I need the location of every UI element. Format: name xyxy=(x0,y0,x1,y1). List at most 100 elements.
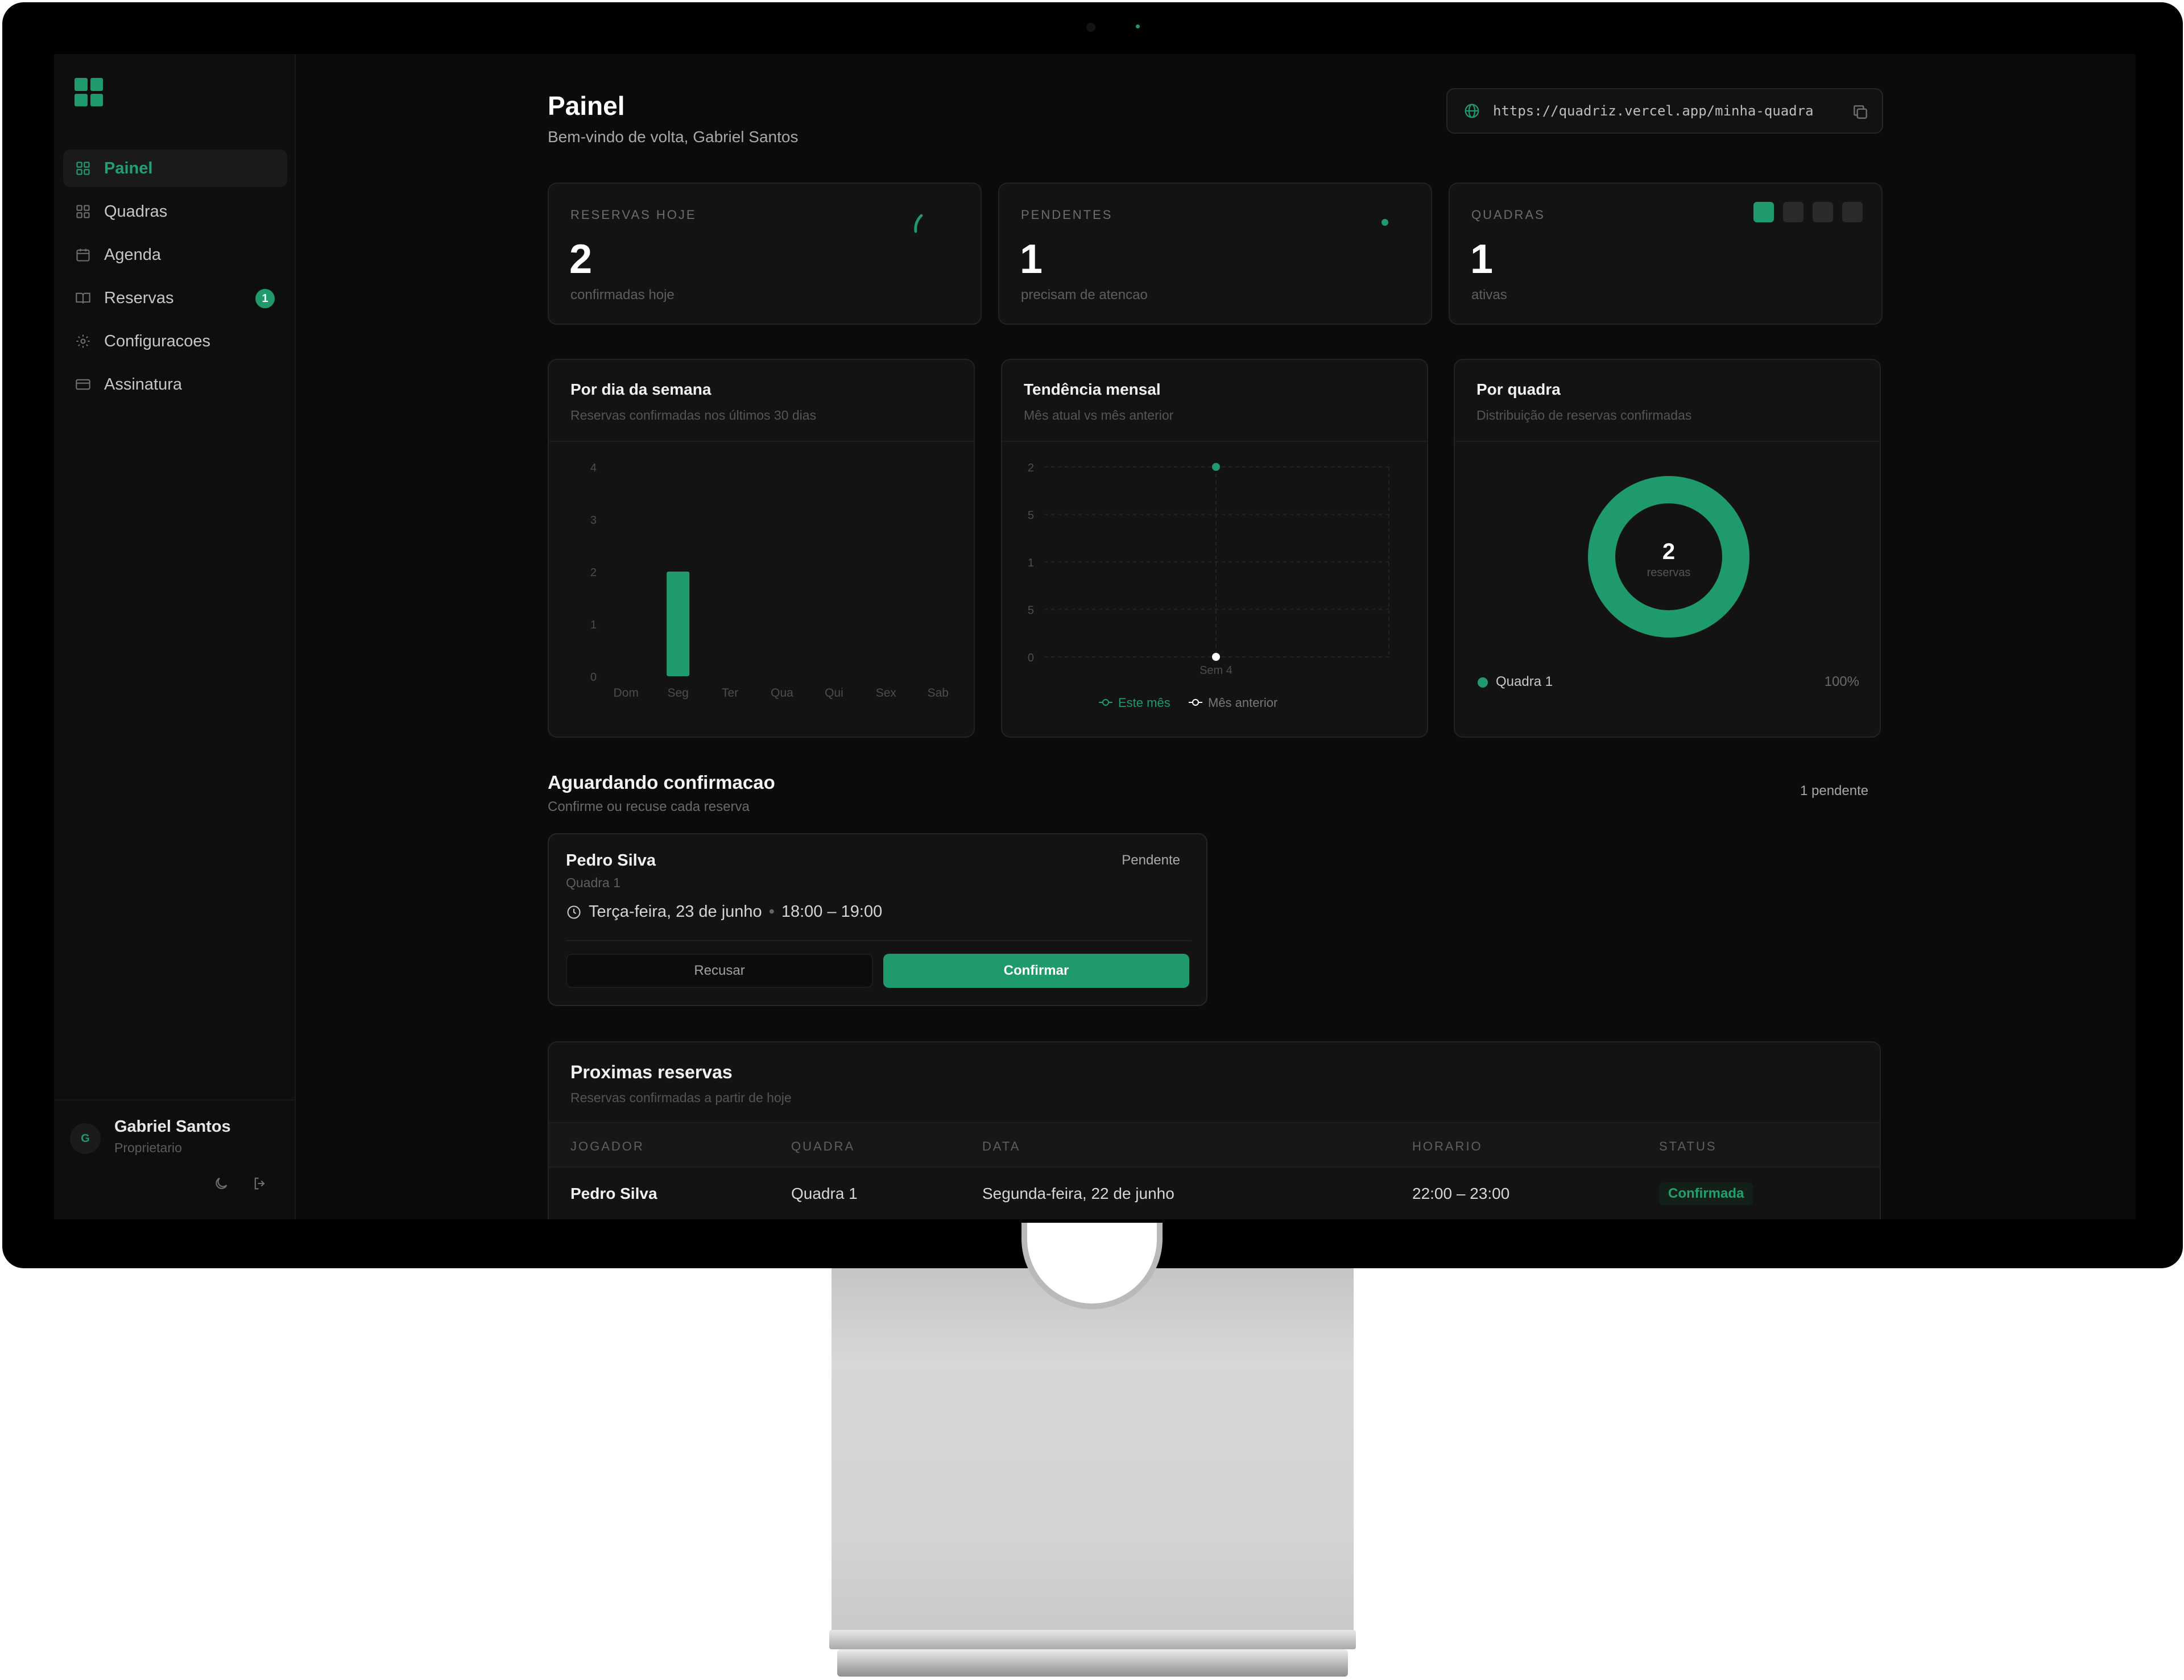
copy-icon[interactable] xyxy=(1851,103,1869,121)
sidebar-item-quadras[interactable]: Quadras xyxy=(63,193,287,230)
monitor-bezel: Painel Quadras Agenda Reservas 1 Configu… xyxy=(2,2,2183,1268)
y-tick-label: 5 xyxy=(1028,510,1034,522)
stat-note: precisam de atencao xyxy=(1021,287,1148,303)
logout-icon xyxy=(254,1177,265,1190)
x-tick-label: Dom xyxy=(614,686,639,700)
sidebar-item-label: Agenda xyxy=(104,245,161,264)
globe-icon xyxy=(1465,104,1479,118)
avatar[interactable]: G xyxy=(70,1123,101,1154)
stat-card-quadras: QUADRAS 1 ativas xyxy=(1449,183,1883,325)
x-tick-label: Seg xyxy=(667,686,688,700)
court-indicator xyxy=(1783,202,1804,222)
stat-note: ativas xyxy=(1471,287,1507,303)
page-subtitle: Bem-vindo de volta, Gabriel Santos xyxy=(548,128,799,146)
spinner-icon xyxy=(914,214,923,233)
clock-icon xyxy=(567,905,581,919)
bar xyxy=(667,572,690,676)
app-logo[interactable] xyxy=(75,78,103,106)
calendar-icon xyxy=(75,246,92,263)
booking-player-name: Pedro Silva xyxy=(566,851,656,870)
x-tick-label: Qua xyxy=(771,686,793,700)
donut-center-value: 2 xyxy=(1662,539,1675,564)
stat-card-reservas-hoje: RESERVAS HOJE 2 confirmadas hoje xyxy=(548,183,982,325)
status-badge: Pendente xyxy=(1122,853,1180,868)
grid-icon xyxy=(75,160,92,177)
legend-label: Este mês xyxy=(1118,696,1170,710)
y-tick-label: 4 xyxy=(590,462,597,474)
court-indicator-active xyxy=(1753,202,1774,222)
cell-court: Quadra 1 xyxy=(791,1185,858,1202)
confirm-button[interactable]: Confirmar xyxy=(883,954,1189,988)
sidebar-item-configuracoes[interactable]: Configuracoes xyxy=(63,322,287,360)
upcoming-title: Proximas reservas xyxy=(570,1062,733,1082)
line-chart: 2 5 1 5 0 Sem 4 Este mês Mês anterior xyxy=(1028,462,1389,710)
y-tick-label: 5 xyxy=(1028,605,1034,617)
x-tick-label: Sem 4 xyxy=(1199,664,1232,677)
grid-icon xyxy=(75,203,92,220)
monitor-stand-neck xyxy=(832,1268,1354,1633)
stat-label: PENDENTES xyxy=(1021,208,1113,222)
gear-icon xyxy=(75,333,92,350)
public-url-box[interactable]: https://quadriz.vercel.app/minha-quadra xyxy=(1446,88,1883,134)
sidebar-item-label: Reservas xyxy=(104,288,174,307)
cell-player: Pedro Silva xyxy=(570,1185,657,1202)
legend-percent: 100% xyxy=(1824,674,1859,689)
chart-card-court: Por quadra Distribuição de reservas conf… xyxy=(1454,359,1881,738)
theme-toggle-button[interactable] xyxy=(210,1172,233,1195)
card-divider xyxy=(566,940,1192,941)
sidebar-item-label: Assinatura xyxy=(104,375,183,394)
upcoming-subtitle: Reservas confirmadas a partir de hoje xyxy=(570,1090,792,1105)
legend-swatch xyxy=(1478,677,1488,688)
y-tick-label: 2 xyxy=(1028,462,1034,474)
monitor-stand-base xyxy=(829,1630,1356,1649)
status-led xyxy=(1136,24,1140,28)
stat-value: 1 xyxy=(1470,237,1494,282)
column-header: HORARIO xyxy=(1412,1139,1483,1153)
court-indicator xyxy=(1842,202,1863,222)
pending-title: Aguardando confirmacao xyxy=(548,772,775,793)
sidebar-item-painel[interactable]: Painel xyxy=(63,150,287,187)
sidebar-item-agenda[interactable]: Agenda xyxy=(63,236,287,274)
table-header: JOGADOR QUADRA DATA HORARIO STATUS xyxy=(549,1122,1880,1168)
court-indicator xyxy=(1813,202,1833,222)
public-url-text: https://quadriz.vercel.app/minha-quadra xyxy=(1493,103,1814,119)
pulse-dot-icon xyxy=(1381,219,1388,226)
stat-label: QUADRAS xyxy=(1471,208,1545,222)
pending-count: 1 pendente xyxy=(1800,783,1869,798)
booking-datetime: Terça-feira, 23 de junho • 18:00 – 19:00 xyxy=(566,903,882,921)
pending-subtitle: Confirme ou recuse cada reserva xyxy=(548,799,750,814)
donut-center-label: reservas xyxy=(1647,566,1691,579)
column-header: STATUS xyxy=(1659,1139,1717,1153)
legend-label: Mês anterior xyxy=(1208,696,1277,710)
sidebar-item-reservas[interactable]: Reservas 1 xyxy=(63,279,287,317)
sidebar-divider xyxy=(54,1099,296,1100)
x-tick-label: Qui xyxy=(825,686,843,700)
separator-dot: • xyxy=(768,903,775,921)
sidebar-item-assinatura[interactable]: Assinatura xyxy=(63,366,287,403)
pending-booking-card: Pedro Silva Quadra 1 Pendente Terça-feir… xyxy=(548,833,1207,1006)
camera xyxy=(1086,23,1095,32)
sidebar-item-label: Configuracoes xyxy=(104,332,210,350)
legend-marker xyxy=(1192,699,1199,706)
user-role: Proprietario xyxy=(114,1140,182,1155)
logout-button[interactable] xyxy=(249,1172,271,1195)
y-tick-label: 2 xyxy=(590,566,597,579)
sidebar-item-label: Quadras xyxy=(104,202,168,221)
moon-icon xyxy=(216,1177,228,1189)
reject-button[interactable]: Recusar xyxy=(566,954,873,988)
user-name: Gabriel Santos xyxy=(114,1118,231,1136)
booking-court: Quadra 1 xyxy=(566,875,621,890)
upcoming-bookings-card: Proximas reservas Reservas confirmadas a… xyxy=(548,1041,1881,1219)
x-tick-label: Sab xyxy=(928,686,949,700)
stat-label: RESERVAS HOJE xyxy=(570,208,697,222)
page-title: Painel xyxy=(548,91,625,121)
booking-time: 18:00 – 19:00 xyxy=(781,903,883,921)
book-icon xyxy=(75,289,92,307)
reservas-badge: 1 xyxy=(255,289,275,308)
screen: Painel Quadras Agenda Reservas 1 Configu… xyxy=(54,54,2136,1219)
y-tick-label: 3 xyxy=(590,514,597,527)
legend-marker xyxy=(1102,699,1109,706)
y-tick-label: 1 xyxy=(1028,557,1034,569)
x-tick-label: Sex xyxy=(876,686,897,700)
series-point xyxy=(1212,463,1220,471)
